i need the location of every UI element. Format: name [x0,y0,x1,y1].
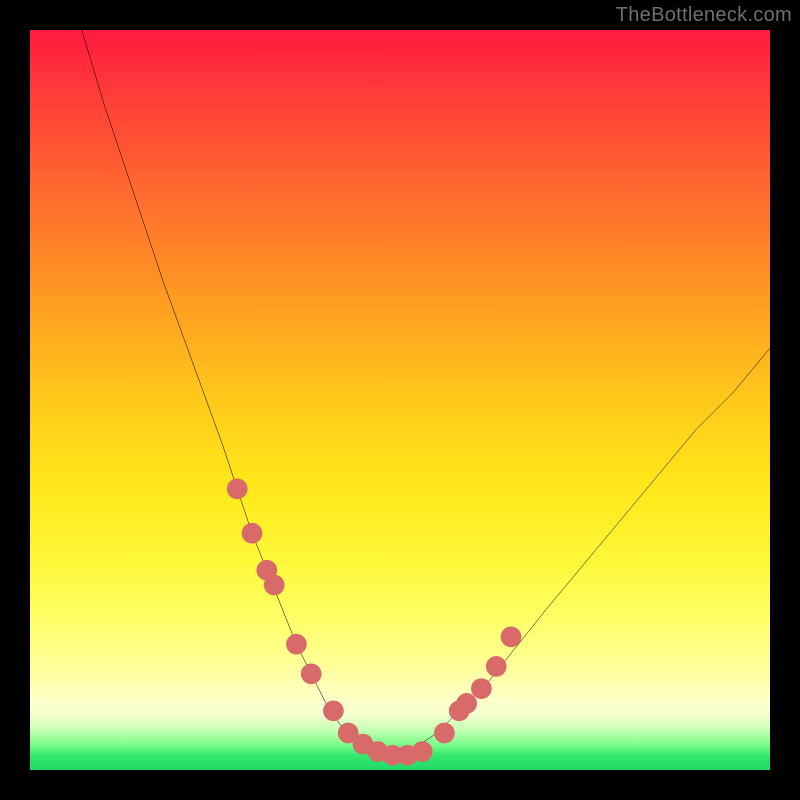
gpu-marker [301,663,322,684]
gpu-marker [286,634,307,655]
gpu-marker [264,575,285,596]
plot-area [30,30,770,770]
outer-frame: TheBottleneck.com [0,0,800,800]
watermark-text: TheBottleneck.com [616,4,792,27]
gpu-marker [227,478,248,499]
gpu-marker [471,678,492,699]
gpu-marker [323,700,344,721]
gpu-marker [242,523,263,544]
gpu-marker [456,693,477,714]
gpu-marker [434,723,455,744]
gpu-marker [412,741,433,762]
gpu-marker [486,656,507,677]
gpu-marker [501,626,522,647]
chart-overlay [30,30,770,770]
bottleneck-curve [82,30,770,755]
bottleneck-curve [82,30,770,755]
